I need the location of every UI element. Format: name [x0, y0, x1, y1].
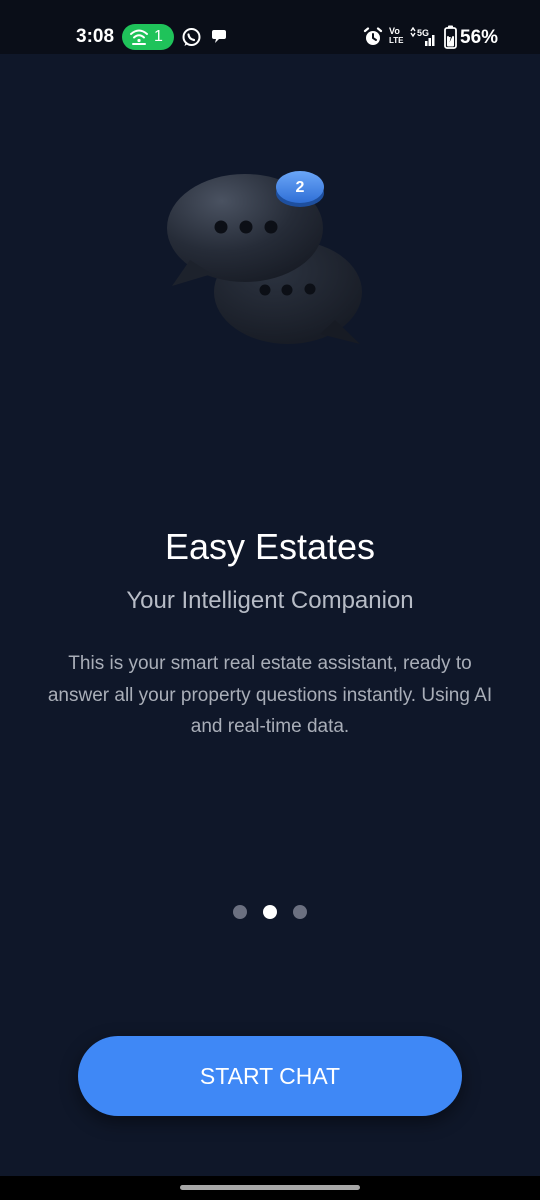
- alarm-icon: [363, 27, 383, 45]
- volte-icon: Vo LTE: [389, 27, 405, 47]
- chat-notification-icon: [212, 30, 226, 43]
- app-subtitle: Your Intelligent Companion: [126, 587, 414, 614]
- hotspot-indicator[interactable]: 1: [122, 24, 174, 50]
- whatsapp-icon: [182, 28, 201, 46]
- wifi-hotspot-icon: [130, 29, 148, 45]
- chat-bubbles-icon: 2: [167, 171, 362, 344]
- app-title: Easy Estates: [164, 526, 376, 567]
- page-dot-1[interactable]: [233, 905, 247, 919]
- home-indicator[interactable]: [180, 1185, 360, 1190]
- volte-top-label: Vo: [389, 26, 400, 36]
- page-indicator: [230, 903, 310, 921]
- hotspot-count: 1: [154, 28, 163, 45]
- battery-charging-icon: [444, 25, 457, 49]
- network-label: 5G: [417, 28, 429, 38]
- page-dot-2[interactable]: [263, 905, 277, 919]
- start-chat-button[interactable]: START CHAT: [78, 1036, 462, 1116]
- volte-bottom-label: LTE: [389, 36, 404, 45]
- battery-percent: 56%: [460, 27, 499, 48]
- status-time: 3:08: [76, 26, 115, 47]
- navigation-bar: [0, 1176, 540, 1200]
- signal-5g-icon: 5G: [410, 27, 435, 46]
- status-bar: 3:08 1 Vo LTE 5G 56%: [0, 0, 540, 54]
- app-description: This is your smart real estate assistant…: [47, 653, 493, 737]
- page-dot-3[interactable]: [293, 905, 307, 919]
- notification-badge: 2: [276, 171, 324, 207]
- badge-count: 2: [296, 179, 305, 196]
